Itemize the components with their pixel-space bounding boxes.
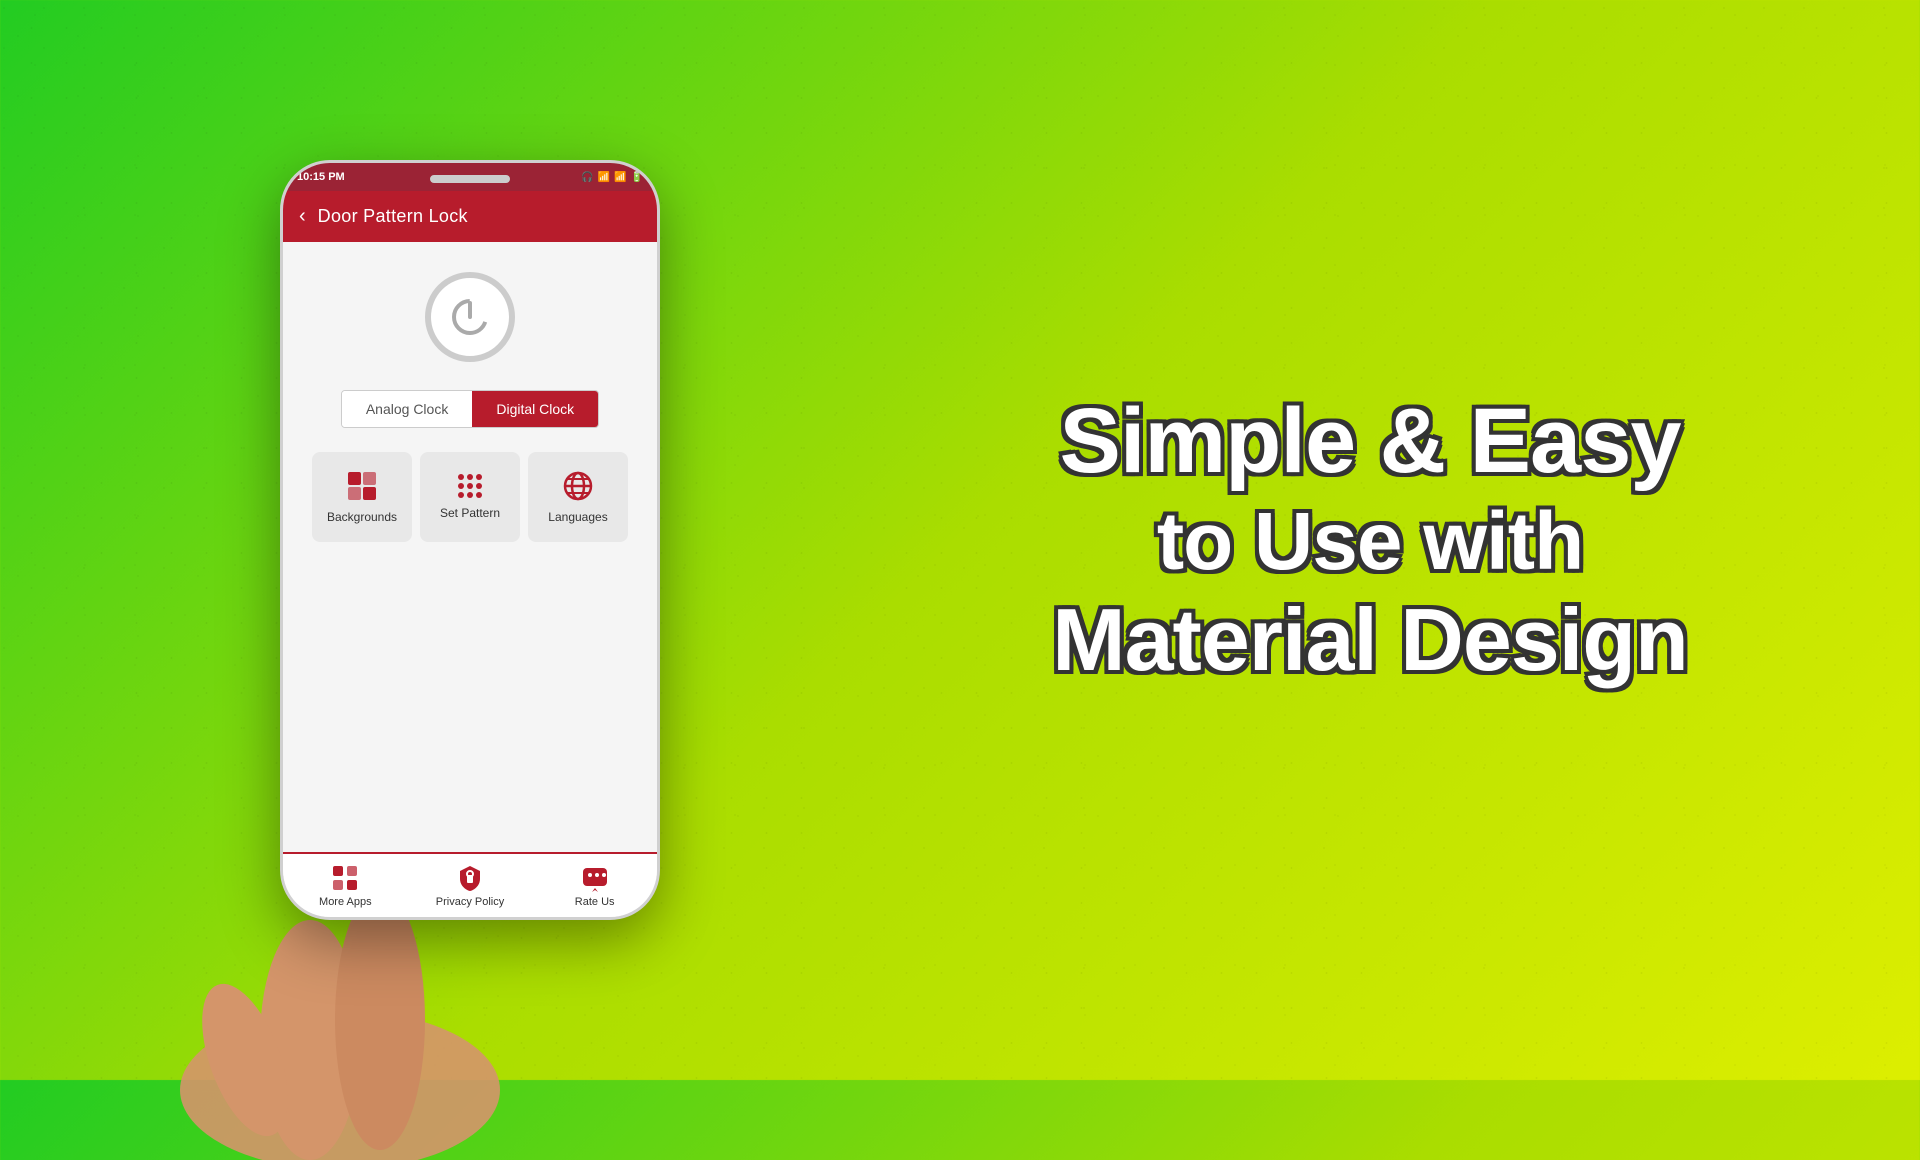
rate-us-nav-item[interactable]: Rate Us <box>532 864 657 909</box>
signal-icon: 📶 <box>614 172 626 183</box>
phone-mockup: 10:15 PM 🎧 📶 📶 🔋 ‹ Door Pattern Lock <box>280 160 660 920</box>
languages-label: Languages <box>548 510 607 524</box>
tagline-area: Simple & Easy to Use with Material Desig… <box>820 349 1920 730</box>
privacy-policy-icon <box>456 864 484 892</box>
main-scene: 10:15 PM 🎧 📶 📶 🔋 ‹ Door Pattern Lock <box>0 0 1920 1080</box>
set-pattern-button[interactable]: Set Pattern <box>420 452 520 542</box>
backgrounds-icon <box>346 470 378 502</box>
headphone-icon: 🎧 <box>581 172 593 183</box>
rate-us-icon <box>581 864 609 892</box>
app-content: Analog Clock Digital Clock B <box>283 242 657 852</box>
more-apps-label: More Apps <box>319 896 372 909</box>
phone-area: 10:15 PM 🎧 📶 📶 🔋 ‹ Door Pattern Lock <box>120 0 820 1080</box>
tagline-line-3: Material Design <box>1052 589 1687 690</box>
app-title: Door Pattern Lock <box>318 206 468 227</box>
more-apps-icon <box>331 864 359 892</box>
backgrounds-button[interactable]: Backgrounds <box>312 452 412 542</box>
bottom-nav: More Apps Privacy Policy <box>283 852 657 917</box>
wifi-icon: 📶 <box>598 172 610 183</box>
action-grid: Backgrounds Set Pattern <box>312 452 628 542</box>
languages-icon <box>562 470 594 502</box>
digital-clock-button[interactable]: Digital Clock <box>472 391 598 427</box>
privacy-policy-label: Privacy Policy <box>436 896 504 909</box>
backgrounds-label: Backgrounds <box>327 510 397 524</box>
privacy-policy-nav-item[interactable]: Privacy Policy <box>408 864 533 909</box>
battery-icon: 🔋 <box>631 172 643 183</box>
languages-button[interactable]: Languages <box>528 452 628 542</box>
status-bar: 10:15 PM 🎧 📶 📶 🔋 <box>283 163 657 191</box>
more-apps-nav-item[interactable]: More Apps <box>283 864 408 909</box>
tagline-line-1: Simple & Easy <box>1052 389 1687 495</box>
status-time: 10:15 PM <box>297 171 345 183</box>
power-icon <box>448 295 492 339</box>
analog-clock-button[interactable]: Analog Clock <box>342 391 473 427</box>
phone-inner: 10:15 PM 🎧 📶 📶 🔋 ‹ Door Pattern Lock <box>283 163 657 917</box>
tagline-line-2: to Use with <box>1052 495 1687 589</box>
status-icons: 🎧 📶 📶 🔋 <box>581 172 643 183</box>
clock-toggle: Analog Clock Digital Clock <box>341 390 599 428</box>
app-header: ‹ Door Pattern Lock <box>283 191 657 242</box>
set-pattern-label: Set Pattern <box>440 506 500 520</box>
rate-us-label: Rate Us <box>575 896 615 909</box>
tagline-text: Simple & Easy to Use with Material Desig… <box>1052 389 1687 690</box>
back-button[interactable]: ‹ <box>299 205 306 228</box>
set-pattern-icon <box>458 474 482 498</box>
power-button-circle[interactable] <box>425 272 515 362</box>
